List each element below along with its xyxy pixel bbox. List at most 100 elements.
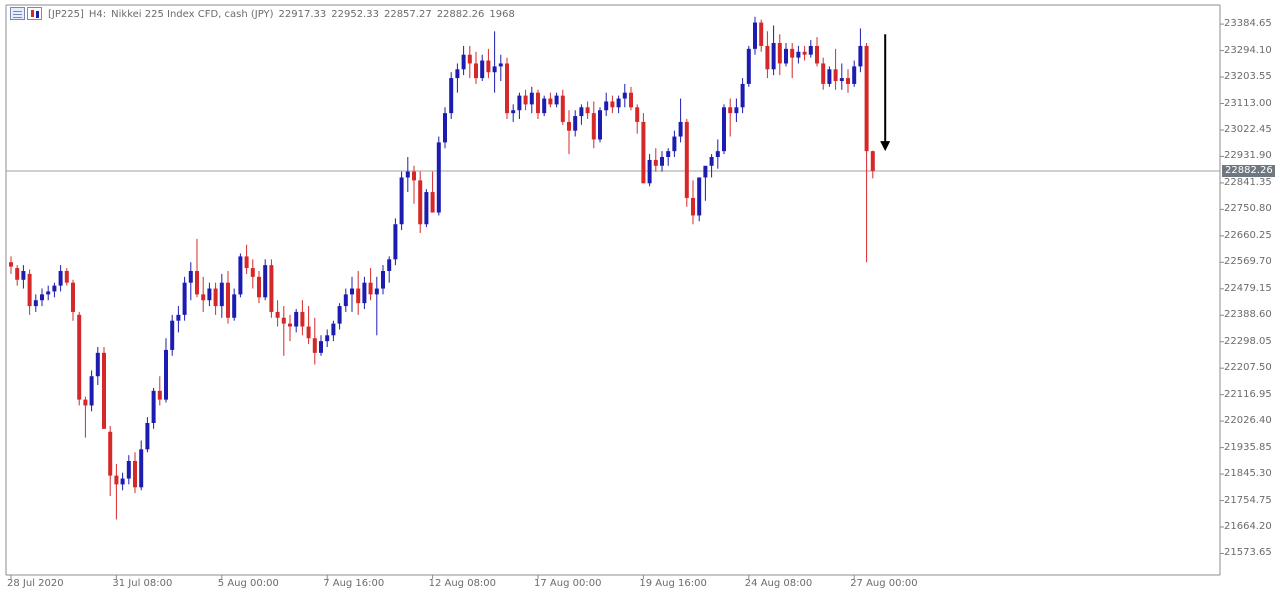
candle-body — [114, 475, 119, 485]
candle — [567, 110, 571, 155]
candle — [802, 45, 807, 61]
candle-body — [629, 92, 633, 108]
candle-body — [250, 268, 255, 277]
grid-icon[interactable] — [10, 7, 25, 20]
chart-header: [JP225] H4: Nikkei 225 Index CFD, cash (JP… — [48, 9, 520, 20]
candle — [257, 271, 261, 304]
candle — [170, 314, 175, 356]
candle — [337, 303, 342, 330]
candle — [765, 31, 770, 79]
candle-body — [46, 291, 51, 295]
candle-body — [511, 110, 516, 114]
candle-body — [176, 314, 181, 321]
down-arrow-annotation — [880, 34, 891, 152]
candle — [40, 288, 44, 307]
candle — [815, 37, 819, 67]
candle — [319, 335, 323, 356]
candle — [95, 347, 100, 385]
candle — [759, 19, 764, 52]
candle — [89, 370, 94, 412]
candle — [498, 54, 503, 81]
candle-body — [381, 271, 385, 289]
candle — [399, 171, 404, 231]
x-tick-label: 7 Aug 16:00 — [323, 578, 385, 589]
candle-body — [827, 69, 832, 84]
candle-body — [548, 98, 553, 105]
candle-body — [325, 335, 330, 342]
candle-body — [21, 271, 26, 280]
candle — [312, 317, 317, 365]
candle — [722, 104, 726, 155]
y-tick-label: 21935.85 — [1224, 441, 1272, 453]
candle — [715, 139, 720, 169]
candle-body — [387, 259, 392, 271]
candle — [790, 43, 795, 79]
candle-body — [356, 288, 361, 304]
bars-icon[interactable] — [27, 7, 42, 20]
candle — [288, 314, 292, 342]
candle-body — [821, 63, 826, 84]
candle — [102, 347, 106, 429]
candle — [821, 57, 826, 90]
candle-body — [709, 157, 714, 166]
candle-body — [449, 78, 454, 114]
candle — [46, 285, 51, 301]
candle-body — [126, 461, 131, 479]
candle — [27, 269, 32, 315]
candle — [573, 110, 578, 137]
candle-body — [759, 22, 764, 46]
candle — [455, 63, 460, 93]
candle-body — [864, 45, 869, 152]
candle-body — [480, 60, 485, 79]
candle — [350, 276, 354, 312]
candle-body — [275, 311, 280, 318]
candle-body — [635, 107, 640, 122]
candlestick-chart[interactable] — [0, 0, 1280, 593]
candle — [269, 259, 274, 318]
candle-body — [170, 320, 175, 350]
candle-body — [765, 45, 770, 70]
candle-body — [157, 390, 162, 400]
y-tick-label: 22931.90 — [1224, 150, 1272, 162]
candle-body — [784, 48, 788, 64]
candle-body — [33, 300, 38, 307]
candle — [449, 72, 454, 119]
candle — [238, 253, 243, 298]
candle-body — [9, 262, 13, 267]
candle — [213, 282, 218, 315]
candle-body — [771, 43, 776, 70]
y-tick-label: 22298.05 — [1224, 335, 1272, 347]
candle — [492, 31, 497, 93]
candle-body — [591, 113, 596, 140]
candle-body — [529, 92, 534, 105]
candle — [852, 60, 857, 87]
candle-body — [523, 95, 528, 105]
candle-body — [734, 107, 739, 114]
candle-body — [58, 271, 63, 286]
candle — [201, 276, 206, 312]
candle — [331, 320, 336, 342]
candle — [461, 45, 466, 76]
y-tick-label: 23384.65 — [1224, 18, 1272, 30]
candle — [697, 177, 702, 222]
x-tick-label: 31 Jul 08:00 — [112, 578, 173, 589]
candle-body — [542, 98, 547, 114]
candle — [151, 387, 156, 429]
candle-body — [573, 116, 578, 131]
candle-body — [77, 314, 82, 400]
candle — [188, 262, 193, 301]
candle — [430, 171, 435, 213]
candle-body — [554, 95, 559, 105]
candle-body — [610, 101, 615, 108]
candle-body — [486, 60, 491, 73]
candle — [598, 107, 602, 143]
candle-body — [616, 98, 621, 108]
candle-body — [244, 256, 249, 269]
candle — [126, 455, 131, 485]
extra-value: 1968 — [489, 9, 515, 20]
candle — [145, 417, 150, 453]
candle — [554, 92, 559, 108]
candle — [405, 157, 410, 193]
candle-body — [207, 288, 212, 301]
candle — [536, 89, 540, 119]
